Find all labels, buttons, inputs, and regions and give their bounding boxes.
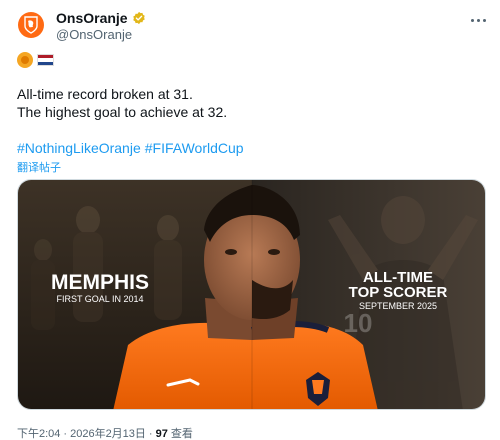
post-date[interactable]: 2026年2月13日 <box>70 425 146 440</box>
lion-emoji-icon <box>17 52 33 68</box>
tweet-text-line-1: All-time record broken at 31. <box>17 86 193 102</box>
meta-separator: · <box>148 428 153 440</box>
knvb-lion-icon <box>24 16 38 34</box>
emoji-row <box>17 52 54 68</box>
display-name[interactable]: OnsOranje <box>56 10 128 26</box>
tweet-media-image[interactable]: MEMPHIS FIRST GOAL IN 2014 ALL-TIME TOP … <box>17 179 486 410</box>
right-title-line2: TOP SCORER <box>349 284 448 301</box>
account-handle[interactable]: @OnsOranje <box>56 27 132 42</box>
tweet-text-line-2: The highest goal to achieve at 32. <box>17 104 228 120</box>
tweet-meta: 下午2:04 · 2026年2月13日 · 97 查看 <box>17 425 193 440</box>
more-options-icon[interactable] <box>466 12 490 28</box>
translate-post-link[interactable]: 翻译帖子 <box>17 159 61 175</box>
hashtag-nothinglikeoranje[interactable]: #NothingLikeOranje <box>17 140 141 156</box>
views-count: 97 <box>155 428 168 440</box>
left-subtitle-text: FIRST GOAL IN 2014 <box>56 294 143 304</box>
account-avatar[interactable] <box>18 12 44 38</box>
post-time[interactable]: 下午2:04 <box>17 425 60 440</box>
netherlands-flag-icon <box>37 54 54 66</box>
memphis-graphic: MEMPHIS FIRST GOAL IN 2014 ALL-TIME TOP … <box>18 180 485 409</box>
left-title-text: MEMPHIS <box>51 271 149 294</box>
meta-separator: · <box>63 428 68 440</box>
jersey-number-text: 10 <box>344 308 373 338</box>
hashtag-fifaworldcup[interactable]: #FIFAWorldCup <box>145 140 244 156</box>
views-label: 查看 <box>170 428 193 440</box>
verified-badge-icon <box>132 11 145 25</box>
account-name-row: OnsOranje <box>56 10 146 26</box>
hashtag-row: #NothingLikeOranje #FIFAWorldCup <box>17 140 244 156</box>
